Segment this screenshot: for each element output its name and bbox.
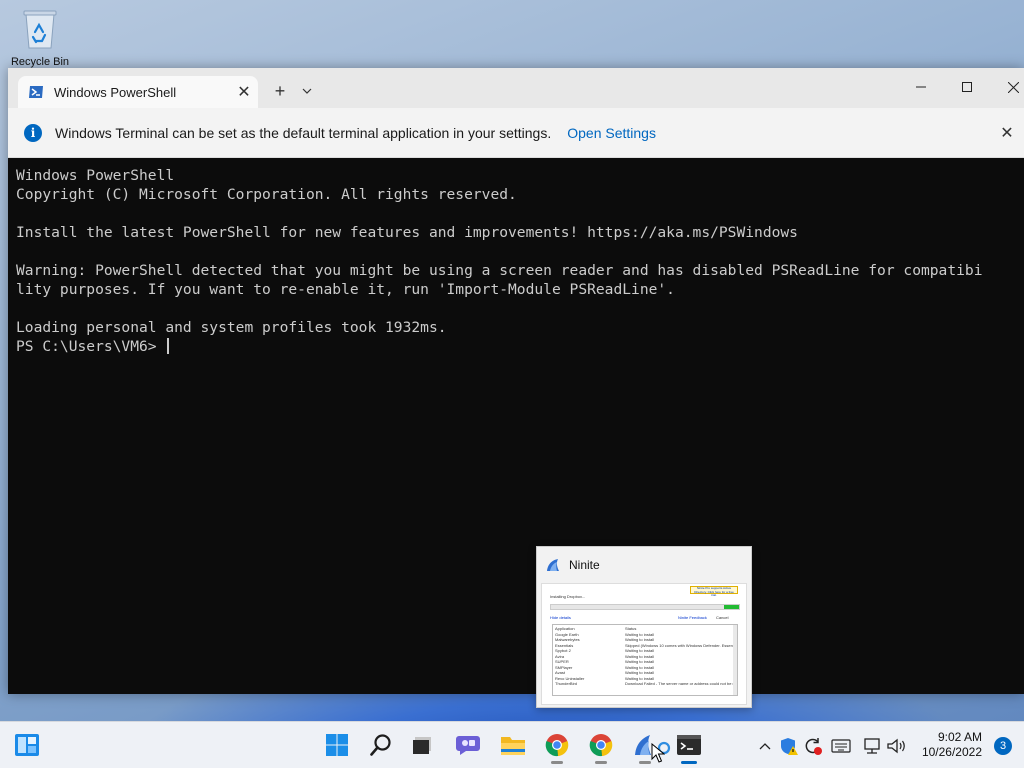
chrome-2-button[interactable] xyxy=(587,731,615,764)
recycle-bin-icon xyxy=(23,10,57,49)
new-tab-button[interactable]: + xyxy=(266,78,294,104)
update-tray-icon[interactable] xyxy=(803,736,823,756)
tab-dropdown-button[interactable] xyxy=(296,78,318,104)
terminal-line: Install the latest PowerShell for new fe… xyxy=(16,224,798,241)
refresh-alert-icon xyxy=(805,738,822,755)
ninite-preview-header: Ninite xyxy=(537,547,751,583)
chevron-up-icon xyxy=(759,743,771,750)
table-cell: Download Failed - The server name or add… xyxy=(625,681,735,686)
ninite-window-thumbnail: Ninite Pro supports Active Directory. Cl… xyxy=(541,583,747,705)
mouse-pointer-icon xyxy=(651,743,665,763)
terminal-line: Warning: PowerShell detected that you mi… xyxy=(16,262,983,279)
start-button[interactable] xyxy=(323,731,351,759)
maximize-button[interactable] xyxy=(944,68,990,106)
table-cell: ThunderBird xyxy=(555,681,578,686)
open-settings-link[interactable]: Open Settings xyxy=(567,125,656,141)
clock-date: 10/26/2022 xyxy=(921,745,982,759)
widgets-icon xyxy=(15,734,39,756)
default-terminal-infobar: i Windows Terminal can be set as the def… xyxy=(8,108,1024,158)
terminal-window: Windows PowerShell ✕ + i Windows Termina… xyxy=(8,68,1024,694)
terminal-line: lity purposes. If you want to re-enable … xyxy=(16,281,675,298)
widgets-button[interactable] xyxy=(14,733,40,757)
keyboard-icon xyxy=(831,739,851,753)
terminal-line: Copyright (C) Microsoft Corporation. All… xyxy=(16,186,517,203)
network-wired-icon xyxy=(864,738,880,754)
search-button[interactable] xyxy=(367,731,395,759)
chat-icon xyxy=(456,736,480,755)
chat-button[interactable] xyxy=(454,731,482,759)
tab-close-icon[interactable]: ✕ xyxy=(230,78,258,106)
ninite-feedback-link: Ninite Feedback xyxy=(678,615,707,620)
task-view-button[interactable] xyxy=(409,731,437,759)
show-hidden-icons-button[interactable] xyxy=(755,736,775,756)
tab-windows-powershell[interactable]: Windows PowerShell ✕ xyxy=(18,76,258,108)
terminal-output[interactable]: Windows PowerShell Copyright (C) Microso… xyxy=(8,158,1024,694)
info-icon: i xyxy=(24,123,42,142)
ninite-cancel-button: Cancel xyxy=(716,615,729,620)
running-indicator xyxy=(551,761,563,764)
chrome-icon xyxy=(589,734,613,757)
table-row: ThunderBird Download Failed - The server … xyxy=(555,681,735,687)
close-window-button[interactable] xyxy=(990,68,1024,106)
maximize-icon xyxy=(962,82,972,92)
infobar-message: Windows Terminal can be set as the defau… xyxy=(55,124,552,141)
tab-title: Windows PowerShell xyxy=(54,84,177,100)
minimize-button[interactable] xyxy=(898,68,944,106)
running-indicator xyxy=(639,761,651,764)
security-tray-icon[interactable] xyxy=(779,736,799,756)
notification-badge[interactable]: 3 xyxy=(994,737,1012,755)
folder-icon xyxy=(501,737,525,755)
terminal-icon xyxy=(677,735,701,755)
terminal-prompt: PS C:\Users\VM6> xyxy=(16,338,166,355)
chevron-down-icon xyxy=(302,88,312,94)
minimize-icon xyxy=(916,86,926,88)
terminal-line: Loading personal and system profiles too… xyxy=(16,319,447,336)
ninite-status-text: Installing Dropbox... xyxy=(550,594,586,599)
infobar-close-icon[interactable]: ✕ xyxy=(994,120,1020,146)
ninite-table-scrollbar xyxy=(733,625,737,695)
windows-start-icon xyxy=(326,734,348,756)
shield-warning-icon xyxy=(781,738,798,755)
ninite-app-table: Application Status Google Earth Waiting t… xyxy=(552,624,738,696)
active-indicator xyxy=(681,761,697,764)
volume-tray-icon[interactable] xyxy=(886,736,906,756)
clock[interactable]: 9:02 AM 10/26/2022 xyxy=(912,730,982,760)
close-icon xyxy=(1007,81,1019,93)
hide-details-link: Hide details xyxy=(550,615,571,620)
network-tray-icon[interactable] xyxy=(862,736,882,756)
chrome-button[interactable] xyxy=(543,731,571,764)
title-bar[interactable]: Windows PowerShell ✕ + xyxy=(8,68,1024,108)
ninite-progress-bar xyxy=(550,604,740,610)
powershell-icon xyxy=(29,86,43,98)
chrome-icon xyxy=(545,734,569,757)
clock-time: 9:02 AM xyxy=(937,730,982,744)
ninite-icon xyxy=(547,559,559,571)
speaker-icon xyxy=(887,738,905,754)
terminal-line: Windows PowerShell xyxy=(16,167,175,184)
file-explorer-button[interactable] xyxy=(499,731,527,759)
terminal-prompt-line[interactable]: PS C:\Users\VM6> xyxy=(16,337,1016,356)
ninite-taskbar-preview[interactable]: Ninite Ninite Pro supports Active Direct… xyxy=(536,546,752,708)
ninite-preview-title: Ninite xyxy=(569,558,600,572)
ninite-pro-banner: Ninite Pro supports Active Directory. Cl… xyxy=(690,586,738,597)
recycle-bin-shortcut[interactable]: Recycle Bin xyxy=(8,6,72,76)
terminal-taskbar-button[interactable] xyxy=(675,731,703,764)
ninite-progress-fill xyxy=(723,605,739,609)
keyboard-tray-icon[interactable] xyxy=(831,736,851,756)
recycle-bin-label: Recycle Bin xyxy=(10,56,70,68)
task-view-icon xyxy=(413,737,431,754)
search-icon xyxy=(370,734,391,756)
text-cursor xyxy=(167,338,170,354)
running-indicator xyxy=(595,761,607,764)
taskbar: 9:02 AM 10/26/2022 3 xyxy=(0,721,1024,768)
